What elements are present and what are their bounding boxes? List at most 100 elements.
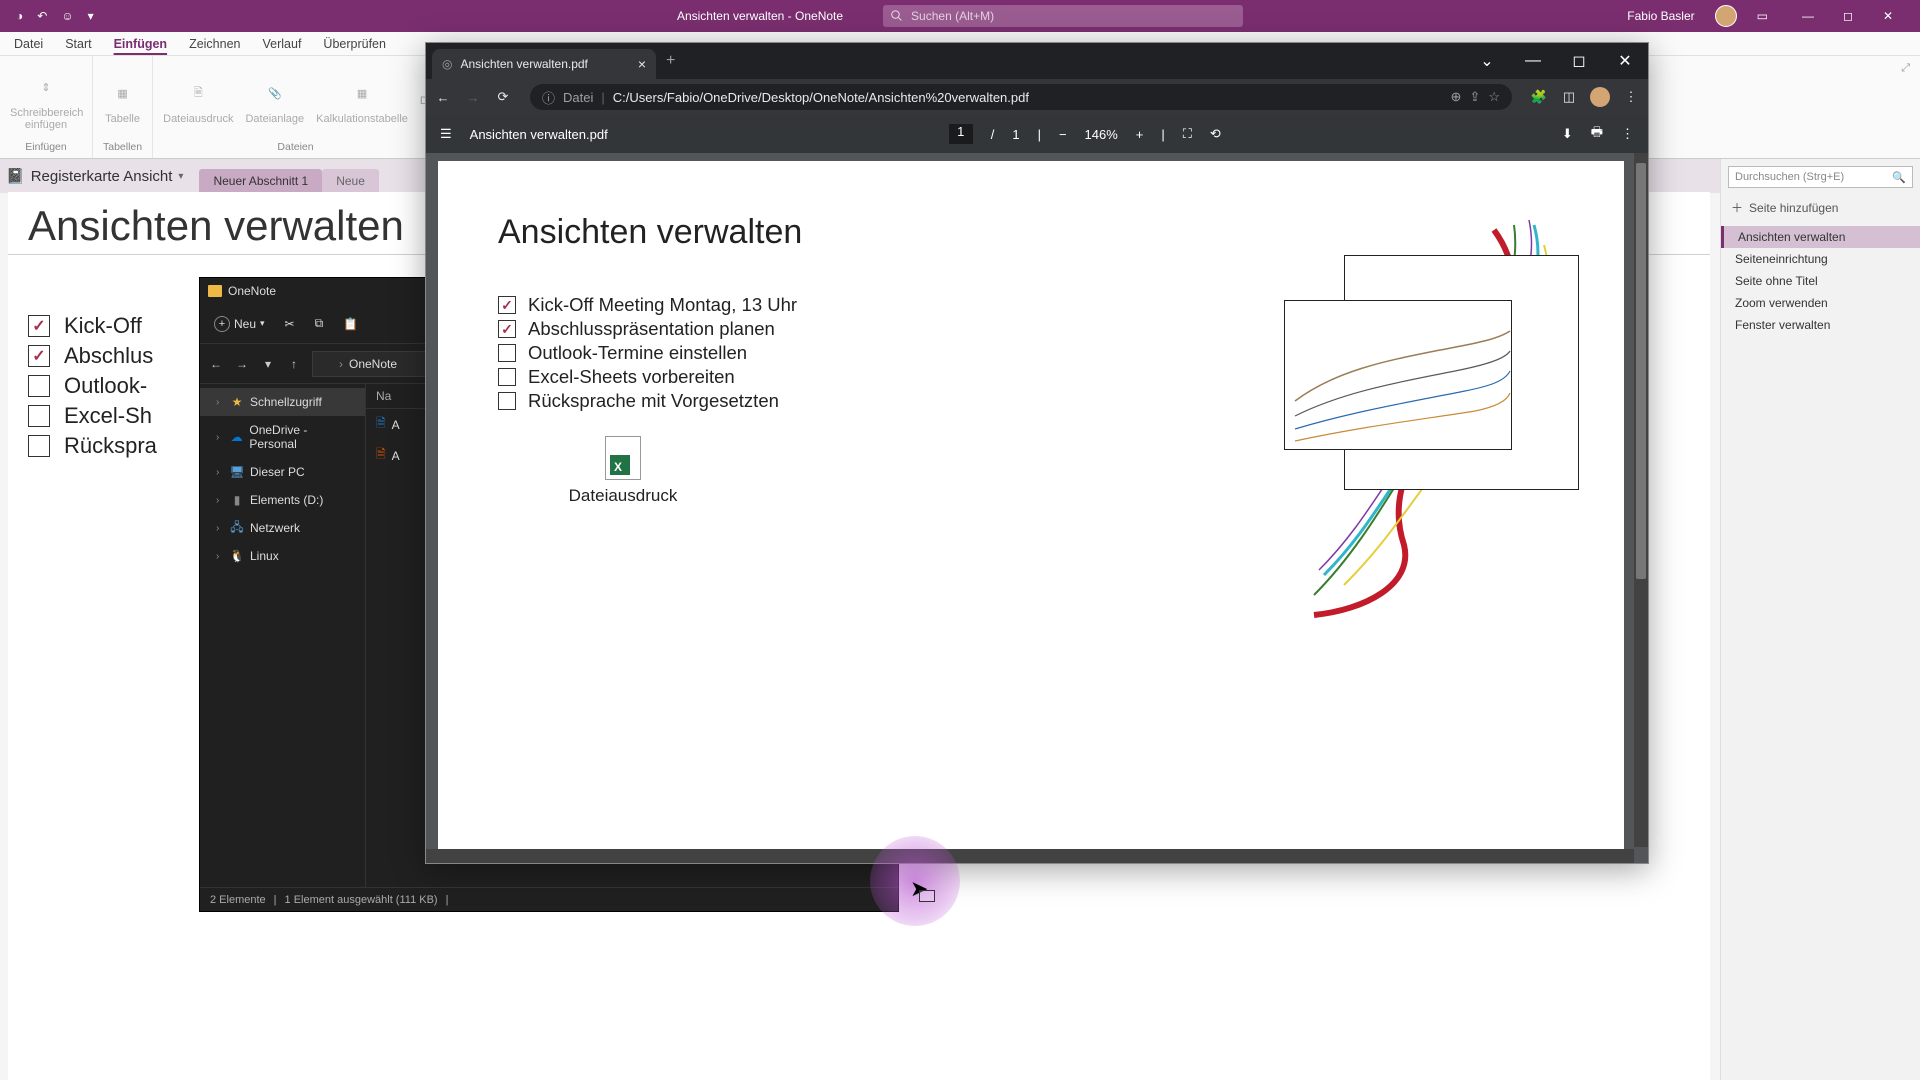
column-name[interactable]: Na [376,389,391,403]
profile-avatar[interactable] [1590,87,1610,107]
notebook-title[interactable]: Registerkarte Ansicht [31,168,173,185]
attachment-icon: 📎 [258,76,292,110]
new-button[interactable]: +Neu▾ [214,316,265,332]
zoom-in-button[interactable]: + [1136,127,1144,142]
page-item[interactable]: Fenster verwalten [1721,314,1920,336]
emoji-icon[interactable]: ☺ [61,9,73,23]
sidenav-item[interactable]: ›🐧Linux [200,542,365,570]
fit-page-icon[interactable]: ⛶ [1183,126,1192,142]
ribbon-group-einfuegen: ⇕ Schreibbereich einfügen Einfügen [0,56,93,158]
menu-icon[interactable]: ⋮ [1622,89,1640,105]
new-tab-button[interactable]: + [656,52,685,70]
checkbox[interactable] [28,375,50,397]
tab-verlauf[interactable]: Verlauf [263,37,302,51]
tab-ueberpruefen[interactable]: Überprüfen [323,37,386,51]
global-search[interactable]: Suchen (Alt+M) [883,5,1243,27]
autosave-icon[interactable]: ◑ [16,9,23,23]
tab-start[interactable]: Start [65,37,91,51]
star-icon[interactable]: ☆ [1488,89,1500,105]
url-bar[interactable]: ⓘ Datei | C:/Users/Fabio/OneDrive/Deskto… [530,84,1512,110]
close-button[interactable]: ✕ [1602,43,1648,79]
site-info-icon[interactable]: ⓘ [542,88,555,107]
expand-pane-button[interactable]: ⤢ [1901,62,1910,75]
cmd-schreibbereich[interactable]: ⇕ Schreibbereich einfügen [10,70,82,131]
avatar[interactable] [1715,5,1737,27]
up-button[interactable]: ↑ [286,357,302,371]
sidepanel-icon[interactable]: ◫ [1560,89,1578,105]
page-search[interactable]: Durchsuchen (Strg+E) 🔍 [1728,166,1913,188]
checkbox[interactable] [28,435,50,457]
page-item[interactable]: Zoom verwenden [1721,292,1920,314]
back-button[interactable]: ← [208,357,224,371]
undo-icon[interactable]: ↶ [37,9,47,23]
extensions-icon[interactable]: 🧩 [1530,89,1548,105]
checkbox[interactable] [28,405,50,427]
cut-icon[interactable]: ✂ [285,317,295,331]
chevron-down-icon[interactable]: ▾ [178,171,183,182]
cmd-tabelle[interactable]: ▦ Tabelle [105,76,140,125]
scrollbar-vertical[interactable] [1634,153,1648,847]
copy-icon[interactable]: ⧉ [315,316,324,331]
page-item[interactable]: Ansichten verwalten [1721,226,1920,248]
app-titlebar: ◑ ↶ ☺ ▾ Ansichten verwalten - OneNote Su… [0,0,1920,32]
page-item[interactable]: Seiteneinrichtung [1721,248,1920,270]
forward-button[interactable]: → [234,357,250,371]
checkbox[interactable] [28,345,50,367]
reload-button[interactable]: ⟳ [494,89,512,105]
browser-tab[interactable]: ◎ Ansichten verwalten.pdf × [432,49,656,79]
table-icon: ▦ [106,76,140,110]
page-list-panel: Durchsuchen (Strg+E) 🔍 ＋Seite hinzufügen… [1720,159,1920,1080]
page-item[interactable]: Seite ohne Titel [1721,270,1920,292]
search-icon [891,10,903,22]
share-icon[interactable]: ⇪ [1469,89,1480,105]
minimize-button[interactable]: — [1510,43,1556,79]
more-qat-icon[interactable]: ▾ [88,9,94,23]
browser-tabstrip: ◎ Ansichten verwalten.pdf × + ⌄ — ◻ ✕ [426,43,1648,79]
cmd-dateiausdruck[interactable]: 🗎Dateiausdruck [163,76,233,125]
sidenav-item[interactable]: ›🖧Netzwerk [200,514,365,542]
paste-icon[interactable]: 📋 [343,317,358,331]
add-page-button[interactable]: ＋Seite hinzufügen [1721,195,1920,220]
tab-datei[interactable]: Datei [14,37,43,51]
pdf-icon: ◎ [442,57,452,71]
search-placeholder: Suchen (Alt+M) [911,9,994,23]
pdf-viewport[interactable]: Ansichten verwalten Kick-Off Meeting Mon… [426,153,1648,863]
checkbox [498,296,516,314]
sidenav-item[interactable]: ›★Schnellzugriff [200,388,365,416]
close-button[interactable]: ✕ [1868,0,1908,32]
sidenav-item[interactable]: ›▮Elements (D:) [200,486,365,514]
user-name[interactable]: Fabio Basler [1627,9,1694,23]
section-tab-2[interactable]: Neue [322,169,379,193]
tab-zeichnen[interactable]: Zeichnen [189,37,240,51]
more-actions-icon[interactable]: ⋮ [1621,126,1634,142]
download-button[interactable]: ⬇ [1562,126,1573,142]
rotate-icon[interactable]: ⟲ [1210,126,1221,142]
recent-button[interactable]: ▾ [260,357,276,371]
minimize-button[interactable]: — [1788,0,1828,32]
tab-search-button[interactable]: ⌄ [1464,43,1510,79]
checkbox[interactable] [28,315,50,337]
maximize-button[interactable]: ◻ [1828,0,1868,32]
cmd-dateianlage[interactable]: 📎Dateianlage [245,76,304,125]
zoom-icon[interactable]: ⊕ [1451,89,1462,105]
page-number-input[interactable]: 1 [949,124,973,144]
sidenav-item[interactable]: ›☁OneDrive - Personal [200,416,365,458]
maximize-button[interactable]: ◻ [1556,43,1602,79]
section-tab-1[interactable]: Neuer Abschnitt 1 [199,169,322,193]
zoom-out-button[interactable]: − [1059,127,1067,142]
forward-button[interactable]: → [464,90,482,105]
hamburger-icon[interactable]: ☰ [440,126,452,142]
cmd-kalkulationstabelle[interactable]: ▦Kalkulationstabelle [316,76,408,125]
pdf-filename: Ansichten verwalten.pdf [470,127,608,142]
print-button[interactable]: 🖶 [1591,123,1603,145]
ribbon-display-icon[interactable]: ▭ [1757,9,1768,23]
back-button[interactable]: ← [434,90,452,105]
scrollbar-horizontal[interactable] [426,849,1634,863]
tab-einfuegen[interactable]: Einfügen [114,37,167,51]
browser-window: ◎ Ansichten verwalten.pdf × + ⌄ — ◻ ✕ ← … [425,42,1649,864]
explorer-sidenav: ›★Schnellzugriff ›☁OneDrive - Personal ›… [200,384,366,887]
pdf-attachment: X Dateiausdruck [568,436,678,506]
close-tab-icon[interactable]: × [638,56,646,72]
sidenav-item[interactable]: ›🖥Dieser PC [200,458,365,486]
plus-icon: ＋ [1731,199,1743,216]
